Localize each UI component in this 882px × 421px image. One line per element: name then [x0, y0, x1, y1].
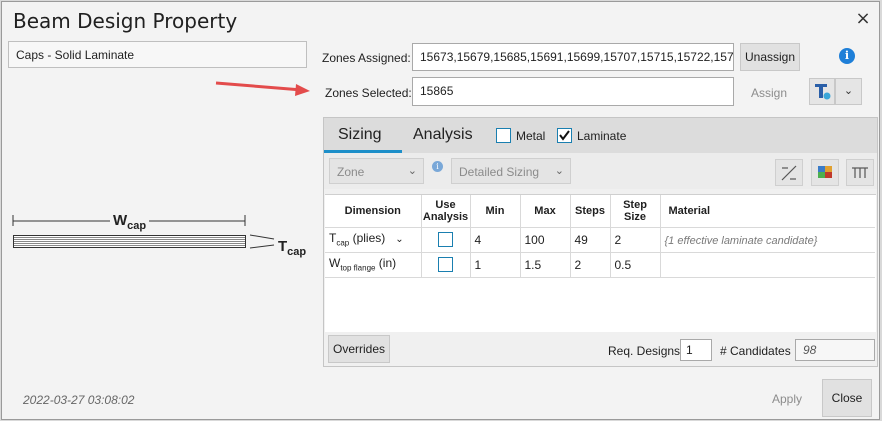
header-step-size: Step Size — [610, 195, 661, 228]
info-icon[interactable]: i — [839, 48, 855, 64]
header-use-analysis: Use Analysis — [421, 195, 471, 228]
dialog-title: Beam Design Property — [13, 9, 238, 33]
laminate-checkbox[interactable] — [557, 128, 572, 143]
assign-button[interactable]: Assign — [747, 86, 791, 100]
cap-cross-section — [13, 235, 246, 248]
table-row[interactable]: Tcap (plies) ⌄ 4 100 49 2 {1 effective la… — [325, 227, 875, 253]
sizing-table: Dimension Use Analysis Min Max Steps Step… — [325, 195, 875, 278]
steps-cell[interactable]: 2 — [570, 252, 611, 278]
beam-design-property-dialog: Beam Design Property × Caps - Solid Lami… — [1, 1, 880, 420]
max-cell[interactable]: 100 — [520, 227, 571, 253]
header-max: Max — [520, 195, 571, 228]
tool-dropdown[interactable]: ⌄ — [835, 78, 862, 105]
sizing-grid: Dimension Use Analysis Min Max Steps Step… — [325, 194, 876, 332]
req-designs-field[interactable]: 1 — [680, 339, 712, 361]
candidates-field: 98 — [795, 339, 875, 361]
candidates-label: # Candidates — [720, 344, 791, 358]
step-size-cell[interactable]: 0.5 — [610, 252, 661, 278]
zone-combo[interactable]: Zone ⌄ — [329, 158, 424, 184]
header-material: Material — [660, 195, 875, 228]
dimension-cell: Tcap (plies) ⌄ — [325, 227, 422, 253]
resize-icon — [781, 165, 797, 181]
property-name-field[interactable]: Caps - Solid Laminate — [8, 41, 307, 68]
panel-footer: Overrides Req. Designs 1 # Candidates 98 — [324, 333, 877, 366]
zones-assigned-field[interactable]: 15673,15679,15685,15691,15699,15707,1571… — [412, 43, 734, 71]
max-cell[interactable]: 1.5 — [520, 252, 571, 278]
beam-tool-icon — [815, 84, 831, 100]
header-min: Min — [470, 195, 521, 228]
tab-analysis[interactable]: Analysis — [413, 126, 473, 144]
info-small-icon[interactable]: i — [432, 161, 443, 172]
resize-tool-button[interactable] — [775, 159, 803, 186]
req-designs-label: Req. Designs — [608, 344, 681, 358]
sizing-panel: Sizing Analysis Metal Laminate Zone ⌄ i D… — [323, 117, 878, 367]
checkmark-icon — [559, 130, 570, 141]
apply-button[interactable]: Apply — [762, 392, 812, 406]
thickness-cap-label: Tcap — [278, 238, 307, 258]
min-cell[interactable]: 4 — [470, 227, 521, 253]
use-analysis-checkbox[interactable] — [438, 232, 453, 248]
header-steps: Steps — [570, 195, 611, 228]
close-button[interactable]: Close — [822, 379, 872, 417]
zones-selected-field[interactable]: 15865 — [412, 77, 734, 106]
tab-bar: Sizing Analysis Metal Laminate — [324, 118, 877, 153]
chevron-down-icon: ⌄ — [407, 165, 417, 177]
material-cell[interactable] — [660, 252, 875, 278]
beam-tool-button[interactable] — [809, 78, 835, 105]
zone-combo-value: Zone — [337, 165, 365, 179]
arrow-annotation-icon — [215, 81, 310, 96]
metal-checkbox[interactable] — [496, 128, 511, 143]
min-cell[interactable]: 1 — [470, 252, 521, 278]
sizing-mode-value: Detailed Sizing — [459, 165, 540, 179]
overrides-button[interactable]: Overrides — [328, 335, 390, 363]
zones-selected-label: Zones Selected: — [325, 86, 412, 100]
columns-tool-button[interactable] — [846, 159, 874, 186]
columns-icon — [852, 167, 868, 178]
step-size-cell[interactable]: 2 — [610, 227, 661, 253]
metal-label: Metal — [516, 129, 546, 143]
chevron-down-icon: ⌄ — [554, 165, 564, 177]
width-cap-label: Wcap — [110, 212, 150, 232]
use-analysis-cell[interactable] — [421, 252, 471, 278]
material-grid-icon — [818, 166, 832, 178]
close-icon[interactable]: × — [854, 10, 872, 28]
header-dimension: Dimension — [325, 195, 422, 228]
steps-cell[interactable]: 49 — [570, 227, 611, 253]
chevron-down-icon[interactable]: ⌄ — [395, 234, 403, 245]
table-row[interactable]: Wtop flange (in) 1 1.5 2 0.5 — [325, 252, 875, 278]
laminate-label: Laminate — [577, 129, 627, 143]
table-header-row: Dimension Use Analysis Min Max Steps Step… — [325, 195, 875, 228]
material-cell[interactable]: {1 effective laminate candidate} — [660, 227, 875, 253]
timestamp: 2022-03-27 03:08:02 — [23, 393, 135, 407]
use-analysis-cell[interactable] — [421, 227, 471, 253]
use-analysis-checkbox[interactable] — [438, 257, 453, 273]
material-tool-button[interactable] — [811, 159, 839, 186]
chevron-down-icon: ⌄ — [843, 85, 854, 97]
dimension-cell: Wtop flange (in) — [325, 252, 422, 278]
sizing-mode-combo[interactable]: Detailed Sizing ⌄ — [451, 158, 571, 184]
thickness-dimension-line — [249, 234, 275, 249]
tab-sizing[interactable]: Sizing — [338, 126, 382, 144]
unassign-button[interactable]: Unassign — [740, 43, 800, 71]
zones-assigned-label: Zones Assigned: — [322, 51, 411, 65]
